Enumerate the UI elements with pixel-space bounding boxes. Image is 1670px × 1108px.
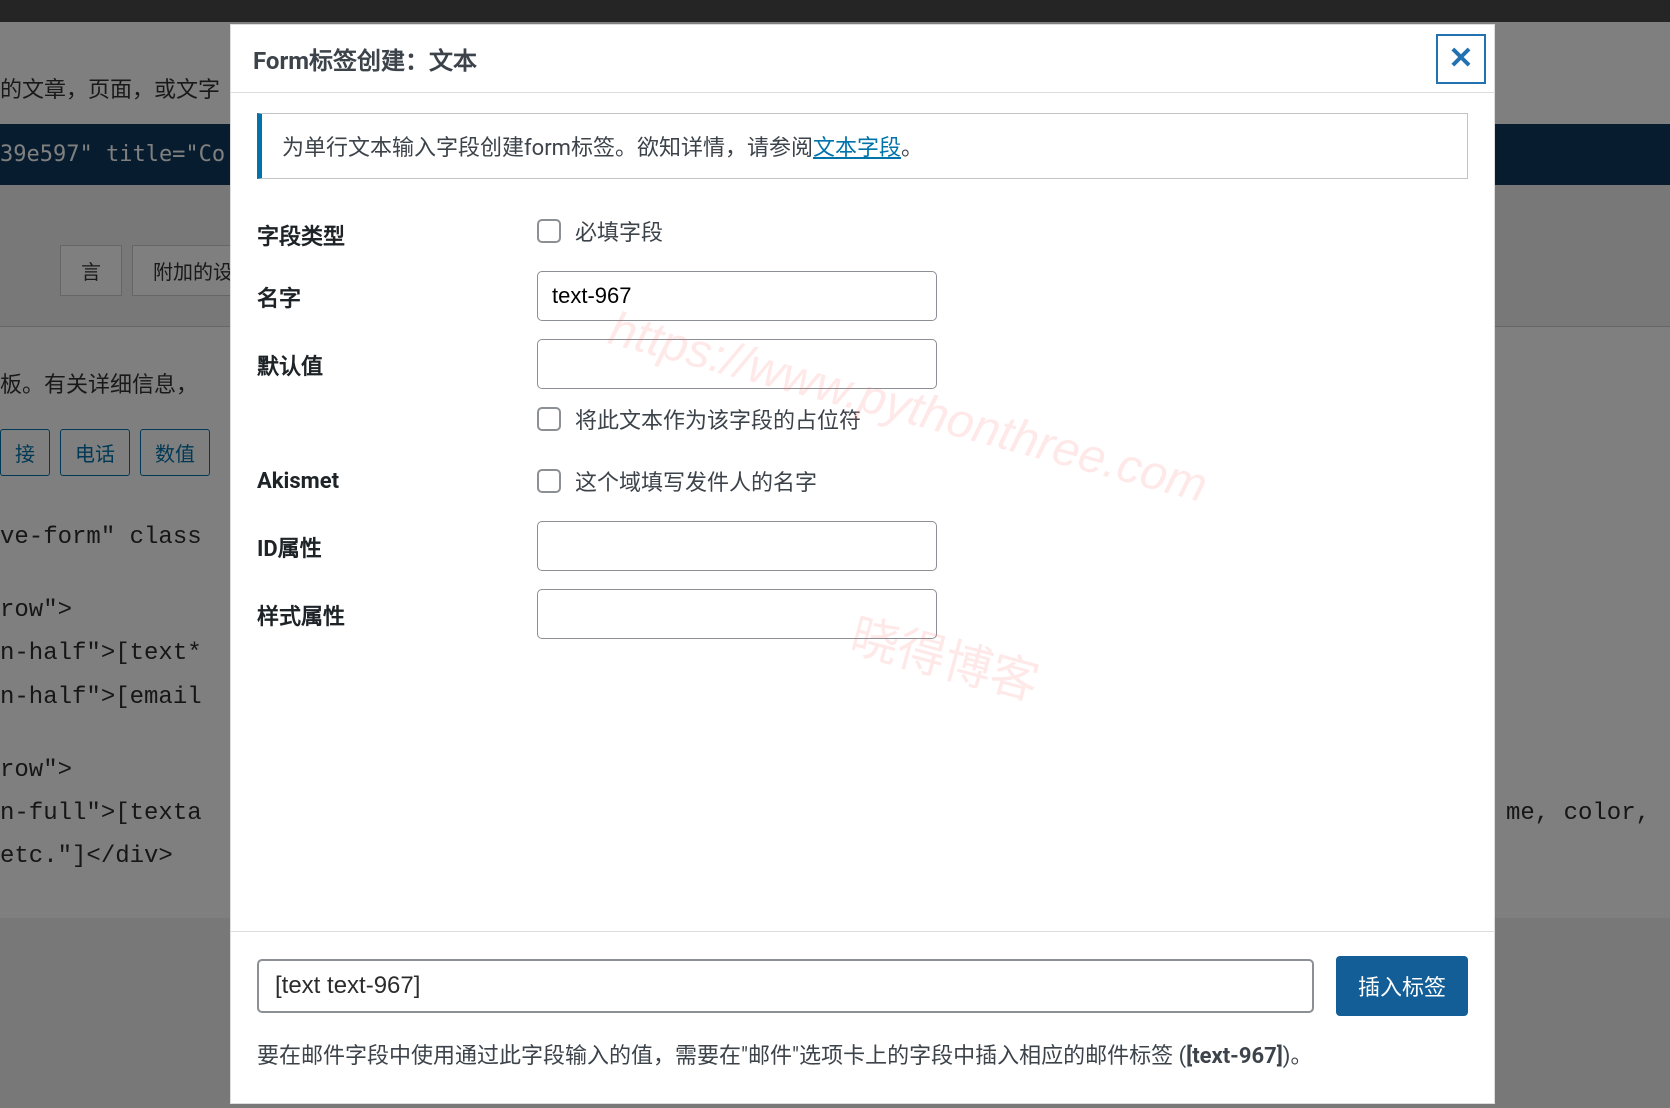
id-attr-row: ID属性 — [257, 521, 1468, 571]
name-row: 名字 — [257, 271, 1468, 321]
class-attr-label: 样式属性 — [257, 589, 537, 631]
required-field-option[interactable]: 必填字段 — [537, 209, 1468, 253]
mail-tag: [text-967] — [1186, 1044, 1283, 1069]
placeholder-label: 将此文本作为该字段的占位符 — [575, 403, 861, 435]
placeholder-option[interactable]: 将此文本作为该字段的占位符 — [537, 397, 1468, 441]
akismet-row: Akismet 这个域填写发件人的名字 — [257, 459, 1468, 503]
required-label: 必填字段 — [575, 215, 663, 247]
info-notice: 为单行文本输入字段创建form标签。欲知详情，请参阅文本字段。 — [257, 113, 1468, 179]
akismet-sender-label: 这个域填写发件人的名字 — [575, 465, 817, 497]
akismet-checkbox[interactable] — [537, 469, 561, 493]
shortcode-output[interactable] — [257, 959, 1314, 1013]
insert-tag-button[interactable]: 插入标签 — [1336, 956, 1468, 1016]
class-attr-row: 样式属性 — [257, 589, 1468, 639]
default-value-input[interactable] — [537, 339, 937, 389]
form-fields: 字段类型 必填字段 名字 默认值 — [257, 209, 1468, 639]
form-tag-generator-modal: Form标签创建：文本 ✕ 为单行文本输入字段创建form标签。欲知详情，请参阅… — [230, 24, 1495, 1104]
modal-footer: 插入标签 要在邮件字段中使用通过此字段输入的值，需要在"邮件"选项卡上的字段中插… — [231, 931, 1494, 1103]
akismet-label: Akismet — [257, 459, 537, 494]
close-icon: ✕ — [1448, 41, 1473, 76]
akismet-sender-option[interactable]: 这个域填写发件人的名字 — [537, 459, 1468, 503]
field-type-row: 字段类型 必填字段 — [257, 209, 1468, 253]
placeholder-checkbox[interactable] — [537, 407, 561, 431]
close-button[interactable]: ✕ — [1436, 34, 1486, 84]
footer-note: 要在邮件字段中使用通过此字段输入的值，需要在"邮件"选项卡上的字段中插入相应的邮… — [257, 1038, 1468, 1075]
name-label: 名字 — [257, 271, 537, 313]
modal-body: 为单行文本输入字段创建form标签。欲知详情，请参阅文本字段。 字段类型 必填字… — [231, 93, 1494, 931]
class-attr-input[interactable] — [537, 589, 937, 639]
default-value-label: 默认值 — [257, 339, 537, 381]
id-attr-label: ID属性 — [257, 521, 537, 563]
id-attr-input[interactable] — [537, 521, 937, 571]
name-input[interactable] — [537, 271, 937, 321]
field-type-label: 字段类型 — [257, 209, 537, 251]
required-checkbox[interactable] — [537, 219, 561, 243]
modal-header: Form标签创建：文本 ✕ — [231, 25, 1494, 93]
modal-title: Form标签创建：文本 — [253, 41, 477, 76]
default-value-row: 默认值 将此文本作为该字段的占位符 — [257, 339, 1468, 441]
footer-action-row: 插入标签 — [257, 956, 1468, 1016]
text-field-docs-link[interactable]: 文本字段 — [813, 136, 901, 161]
